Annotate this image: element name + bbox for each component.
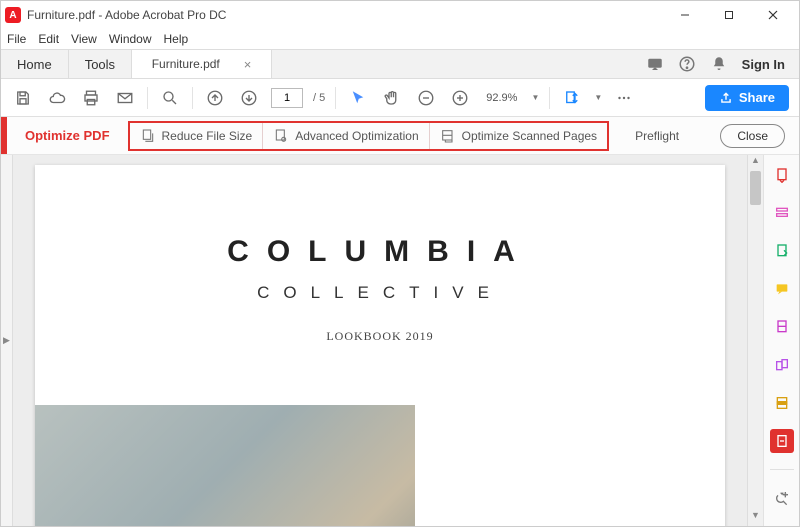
- menu-view[interactable]: View: [71, 32, 97, 46]
- main-area: ▶ COLUMBIA COLLECTIVE LOOKBOOK 2019 INSP…: [1, 155, 799, 526]
- selection-tool-icon[interactable]: [346, 86, 370, 110]
- document-viewport[interactable]: COLUMBIA COLLECTIVE LOOKBOOK 2019 INSPIR…: [13, 155, 747, 526]
- save-icon[interactable]: [11, 86, 35, 110]
- page-number-input[interactable]: [271, 88, 303, 108]
- zoom-out-icon[interactable]: [414, 86, 438, 110]
- optimize-group-highlight: Reduce File Size Advanced Optimization O…: [128, 121, 610, 151]
- cloud-icon[interactable]: [45, 86, 69, 110]
- chat-icon[interactable]: [646, 55, 664, 73]
- fit-dropdown-icon[interactable]: ▼: [594, 93, 602, 102]
- preflight-button[interactable]: Preflight: [629, 129, 679, 143]
- tab-document-label: Furniture.pdf: [152, 57, 220, 71]
- zoom-dropdown-icon[interactable]: ▼: [531, 93, 539, 102]
- tab-home[interactable]: Home: [1, 50, 69, 78]
- tab-document[interactable]: Furniture.pdf ×: [132, 50, 272, 78]
- left-panel-toggle[interactable]: ▶: [1, 155, 13, 526]
- advanced-optimization-button[interactable]: Advanced Optimization: [262, 123, 428, 149]
- doc-lookbook: LOOKBOOK 2019: [35, 329, 725, 344]
- scroll-down-icon[interactable]: ▼: [748, 510, 763, 526]
- advanced-icon: [273, 128, 289, 144]
- zoom-value[interactable]: 92.9%: [482, 89, 521, 107]
- close-optimize-button[interactable]: Close: [720, 124, 785, 148]
- print-icon[interactable]: [79, 86, 103, 110]
- page-down-icon[interactable]: [237, 86, 261, 110]
- rail-combine-icon[interactable]: [770, 353, 794, 377]
- minimize-button[interactable]: [663, 1, 707, 29]
- doc-image: [35, 405, 415, 526]
- close-window-button[interactable]: [751, 1, 795, 29]
- menu-window[interactable]: Window: [109, 32, 152, 46]
- sign-in-button[interactable]: Sign In: [742, 57, 785, 72]
- scroll-thumb[interactable]: [750, 171, 761, 205]
- search-icon[interactable]: [158, 86, 182, 110]
- title-bar: A Furniture.pdf - Adobe Acrobat Pro DC: [1, 1, 799, 29]
- doc-title: COLUMBIA: [35, 235, 725, 269]
- more-tools-icon[interactable]: [612, 86, 636, 110]
- rail-more-tools-icon[interactable]: [770, 486, 794, 510]
- rail-separator: [770, 469, 794, 470]
- share-button[interactable]: Share: [705, 85, 789, 111]
- rail-organize-icon[interactable]: [770, 315, 794, 339]
- optimize-toolbar: Optimize PDF Reduce File Size Advanced O…: [1, 117, 799, 155]
- rail-redact-icon[interactable]: [770, 391, 794, 415]
- maximize-button[interactable]: [707, 1, 751, 29]
- pdf-page: COLUMBIA COLLECTIVE LOOKBOOK 2019 INSPIR…: [35, 165, 725, 526]
- rail-create-pdf-icon[interactable]: [770, 163, 794, 187]
- window-title: Furniture.pdf - Adobe Acrobat Pro DC: [27, 8, 663, 22]
- rail-optimize-icon[interactable]: [770, 429, 794, 453]
- menu-bar: File Edit View Window Help: [1, 29, 799, 49]
- app-icon: A: [5, 7, 21, 23]
- doc-subtitle: COLLECTIVE: [35, 283, 725, 303]
- vertical-scrollbar[interactable]: ▲ ▼: [747, 155, 763, 526]
- bell-icon[interactable]: [710, 55, 728, 73]
- optimize-label: Optimize PDF: [7, 128, 128, 143]
- fit-width-icon[interactable]: [560, 86, 584, 110]
- right-tool-rail: [763, 155, 799, 526]
- rail-export-pdf-icon[interactable]: [770, 239, 794, 263]
- tabs-row: Home Tools Furniture.pdf × Sign In: [1, 49, 799, 79]
- rail-edit-pdf-icon[interactable]: [770, 201, 794, 225]
- scroll-up-icon[interactable]: ▲: [748, 155, 763, 171]
- menu-edit[interactable]: Edit: [38, 32, 59, 46]
- help-icon[interactable]: [678, 55, 696, 73]
- toolbar: / 5 92.9% ▼ ▼ Share: [1, 79, 799, 117]
- reduce-icon: [140, 128, 156, 144]
- scanned-icon: [440, 128, 456, 144]
- tab-tools[interactable]: Tools: [69, 50, 132, 78]
- optimize-scanned-button[interactable]: Optimize Scanned Pages: [429, 123, 607, 149]
- share-label: Share: [739, 90, 775, 105]
- menu-help[interactable]: Help: [164, 32, 189, 46]
- rail-comment-icon[interactable]: [770, 277, 794, 301]
- reduce-file-size-button[interactable]: Reduce File Size: [130, 123, 263, 149]
- mail-icon[interactable]: [113, 86, 137, 110]
- zoom-in-icon[interactable]: [448, 86, 472, 110]
- page-total-label: / 5: [313, 92, 325, 104]
- page-up-icon[interactable]: [203, 86, 227, 110]
- tab-close-icon[interactable]: ×: [244, 57, 252, 72]
- hand-tool-icon[interactable]: [380, 86, 404, 110]
- menu-file[interactable]: File: [7, 32, 26, 46]
- doc-inspired-by: INSPIRED BY: [559, 525, 685, 526]
